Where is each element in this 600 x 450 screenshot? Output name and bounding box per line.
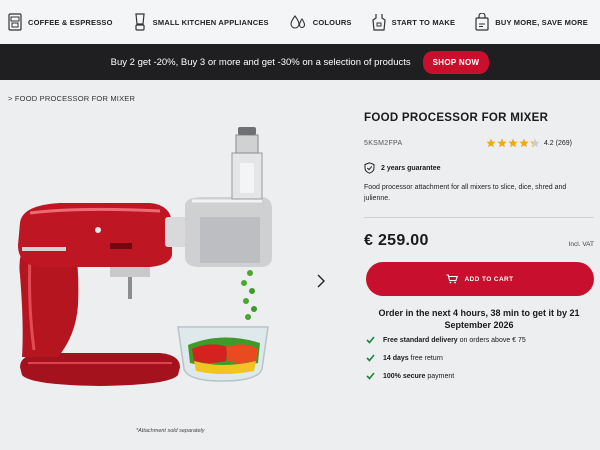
benefit-bold: 100% secure (383, 372, 426, 380)
coffee-machine-icon (8, 13, 22, 31)
star-partial-icon (530, 138, 540, 148)
chevron-right-icon[interactable] (314, 272, 328, 290)
nav-label: START TO MAKE (391, 17, 456, 27)
nav-label: COLOURS (312, 17, 352, 27)
check-icon (366, 372, 375, 380)
add-to-cart-label: ADD TO CART (464, 275, 514, 283)
guarantee: 2 years guarantee (364, 162, 441, 174)
benefit-item: Free standard delivery on orders above €… (366, 336, 596, 344)
product-price: € 259.00 (364, 232, 429, 249)
shopping-bag-icon (475, 13, 489, 31)
benefit-rest: payment (425, 372, 455, 380)
benefit-bold: Free standard delivery (383, 336, 458, 344)
meta-row: 5KSM2FPA 4.2 (269) (364, 138, 594, 148)
nav-item-small-kitchen-appliances[interactable]: SMALL KITCHEN APPLIANCES (133, 13, 269, 31)
star-icon (508, 138, 518, 148)
check-icon (366, 336, 375, 344)
rating-text: 4.2 (269) (543, 139, 572, 147)
benefit-rest: on orders above € 75 (457, 336, 526, 344)
image-caption: *Attachment sold separately (136, 428, 205, 434)
product-sku: 5KSM2FPA (364, 139, 403, 147)
star-icon (519, 138, 529, 148)
apron-icon (372, 14, 386, 31)
promo-text: Buy 2 get -20%, Buy 3 or more and get -3… (110, 56, 411, 68)
benefit-item: 100% secure payment (366, 372, 596, 380)
guarantee-text: 2 years guarantee (381, 164, 441, 172)
nav-item-start-to-make[interactable]: START TO MAKE (372, 13, 456, 31)
shop-now-button[interactable]: SHOP NOW (422, 50, 490, 74)
colour-drops-icon (290, 15, 305, 29)
nav-label: SMALL KITCHEN APPLIANCES (152, 17, 269, 27)
delivery-estimate: Order in the next 4 hours, 38 min to get… (378, 308, 580, 330)
rating[interactable]: 4.2 (269) (486, 138, 572, 148)
breadcrumb: > FOOD PROCESSOR FOR MIXER (8, 94, 135, 103)
top-navigation: COFFEE & ESPRESSO SMALL KITCHEN APPLIANC… (0, 0, 600, 44)
promo-banner: Buy 2 get -20%, Buy 3 or more and get -3… (0, 44, 600, 80)
benefits-list: Free standard delivery on orders above €… (366, 336, 596, 390)
price-row: € 259.00 Incl. VAT (364, 232, 594, 250)
benefit-rest: free return (408, 354, 443, 362)
star-icon (486, 138, 496, 148)
breadcrumb-separator: > (8, 94, 13, 103)
breadcrumb-current[interactable]: FOOD PROCESSOR FOR MIXER (15, 94, 135, 103)
add-to-cart-button[interactable]: ADD TO CART (366, 262, 594, 296)
shield-check-icon (364, 162, 375, 174)
nav-item-coffee-espresso[interactable]: COFFEE & ESPRESSO (8, 13, 113, 31)
cart-icon (446, 274, 459, 284)
star-icon (497, 138, 507, 148)
product-title: FOOD PROCESSOR FOR MIXER (364, 112, 549, 124)
product-image (18, 127, 272, 386)
benefit-bold: 14 days (383, 354, 409, 362)
nav-label: BUY MORE, SAVE MORE (495, 17, 588, 27)
benefit-item: 14 days free return (366, 354, 596, 362)
product-info: FOOD PROCESSOR FOR MIXER 5KSM2FPA 4.2 (2… (364, 112, 594, 380)
star-rating (486, 138, 540, 148)
product-description: Food processor attachment for all mixers… (364, 184, 567, 202)
nav-item-buy-more-save-more[interactable]: BUY MORE, SAVE MORE (475, 13, 588, 31)
blender-icon (135, 13, 145, 31)
check-icon (366, 354, 375, 362)
divider (364, 217, 594, 218)
vat-note: Incl. VAT (568, 241, 594, 248)
nav-label: COFFEE & ESPRESSO (28, 17, 113, 27)
nav-item-colours[interactable]: COLOURS (289, 14, 352, 30)
